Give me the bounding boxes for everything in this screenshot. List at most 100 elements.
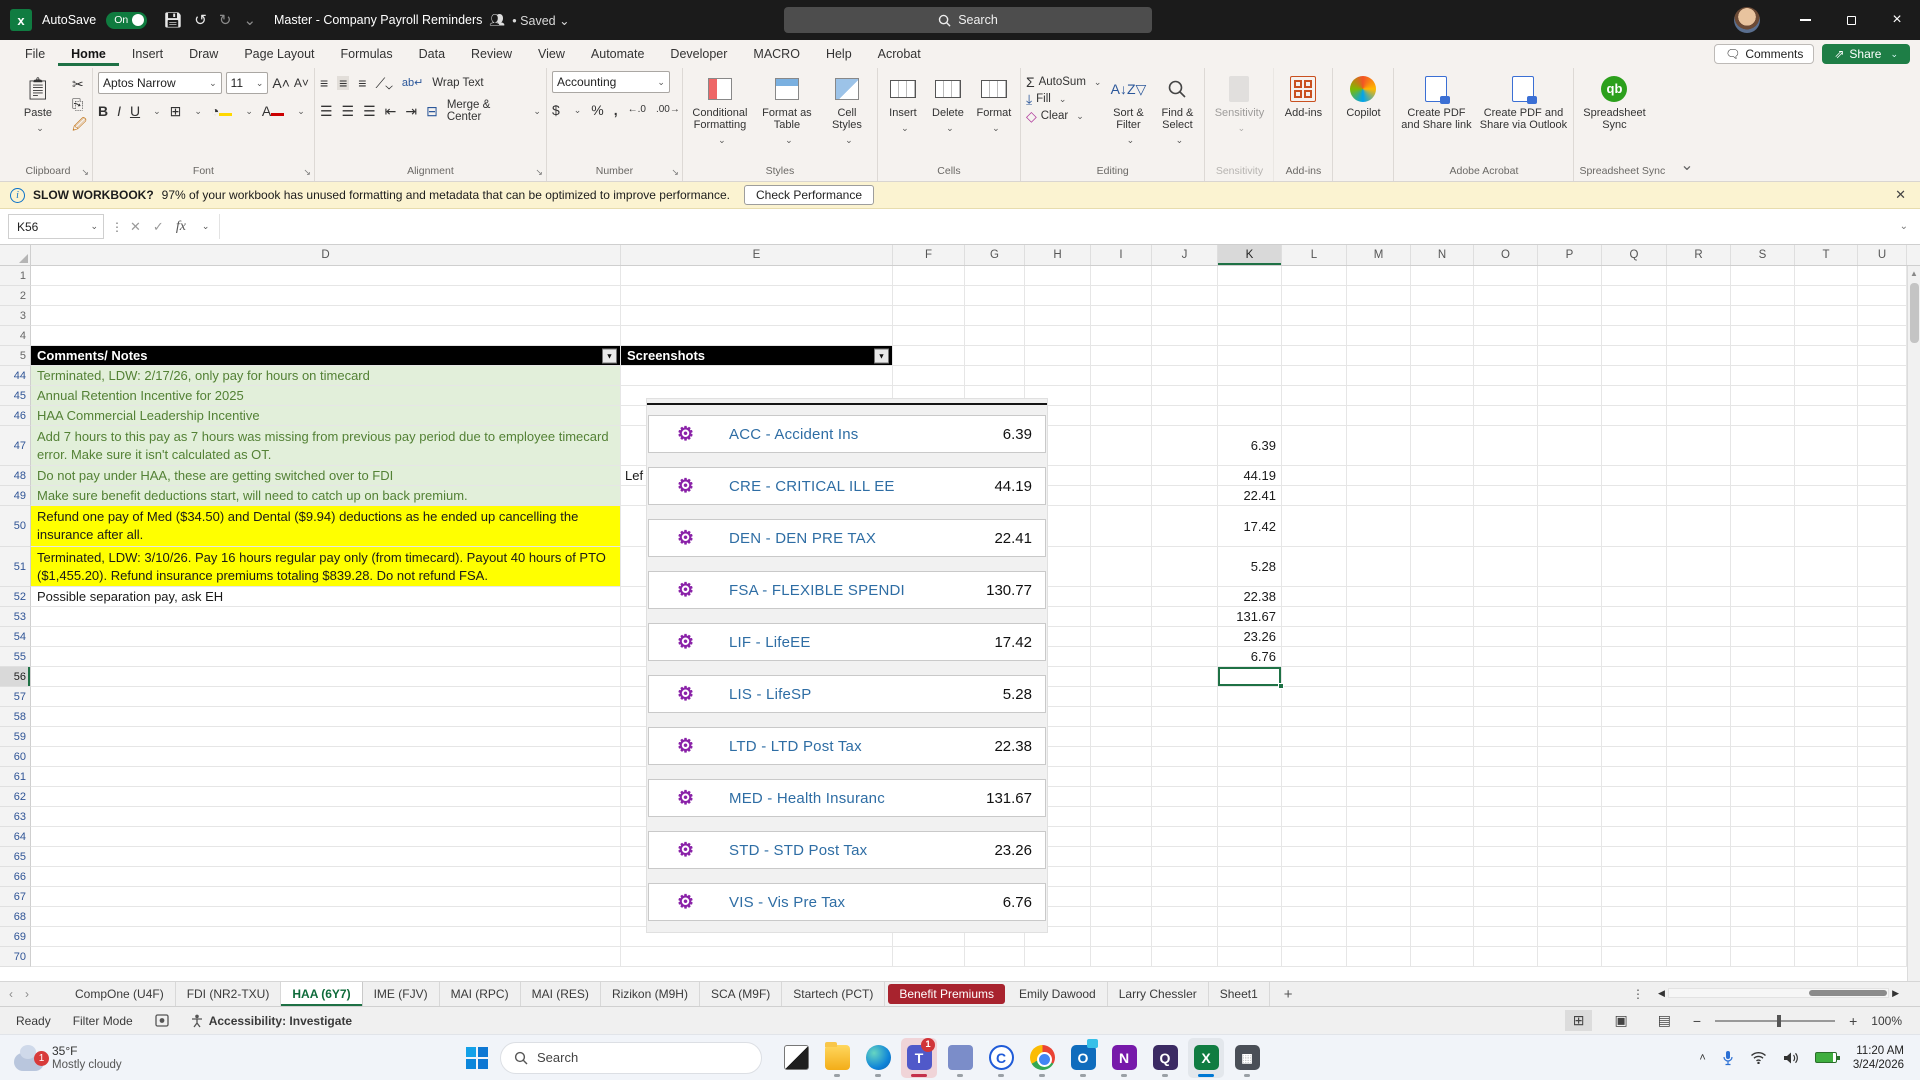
cell-T64[interactable] — [1795, 827, 1858, 847]
cell-T70[interactable] — [1795, 947, 1858, 967]
sheet-tab-larry-chessler[interactable]: Larry Chessler — [1108, 982, 1209, 1006]
cell-R68[interactable] — [1667, 907, 1731, 927]
row-header-64[interactable]: 64 — [0, 827, 31, 847]
cell-K47[interactable]: 6.39 — [1218, 426, 1282, 466]
scroll-left-icon[interactable]: ◀ — [1655, 988, 1668, 999]
cell-T1[interactable] — [1795, 266, 1858, 286]
cell-M54[interactable] — [1347, 627, 1411, 647]
cell-R52[interactable] — [1667, 587, 1731, 607]
share-button[interactable]: ⇗ Share ⌄ — [1822, 44, 1910, 64]
cell-T47[interactable] — [1795, 426, 1858, 466]
ribbon-tab-home[interactable]: Home — [58, 43, 119, 66]
cell-K48[interactable]: 44.19 — [1218, 466, 1282, 486]
page-layout-view-icon[interactable]: ▣ — [1606, 1010, 1635, 1031]
cell-Q53[interactable] — [1602, 607, 1667, 627]
cell-Q65[interactable] — [1602, 847, 1667, 867]
cell-Q1[interactable] — [1602, 266, 1667, 286]
cell-T68[interactable] — [1795, 907, 1858, 927]
cell-S1[interactable] — [1731, 266, 1795, 286]
cell-S59[interactable] — [1731, 727, 1795, 747]
font-name-select[interactable]: Aptos Narrow⌄ — [98, 72, 222, 94]
cell-D1[interactable] — [31, 266, 621, 286]
cell-D56[interactable] — [31, 667, 621, 687]
cell-J1[interactable] — [1152, 266, 1218, 286]
cell-M57[interactable] — [1347, 687, 1411, 707]
sheet-tab-fdi-nr2-txu[interactable]: FDI (NR2-TXU) — [176, 982, 282, 1006]
ribbon-tab-formulas[interactable]: Formulas — [328, 43, 406, 66]
row-header-55[interactable]: 55 — [0, 647, 31, 667]
cell-I51[interactable] — [1091, 547, 1152, 587]
cell-L45[interactable] — [1282, 386, 1347, 406]
cell-O1[interactable] — [1474, 266, 1538, 286]
cell-L49[interactable] — [1282, 486, 1347, 506]
cell-L50[interactable] — [1282, 506, 1347, 547]
row-header-5[interactable]: 5 — [0, 346, 31, 366]
title-search-box[interactable]: Search — [784, 7, 1152, 33]
cell-T2[interactable] — [1795, 286, 1858, 306]
cell-L62[interactable] — [1282, 787, 1347, 807]
cell-N67[interactable] — [1411, 887, 1474, 907]
increase-indent-icon[interactable]: ⇥ — [405, 104, 417, 118]
cell-K44[interactable] — [1218, 366, 1282, 386]
cell-T67[interactable] — [1795, 887, 1858, 907]
taskbar-app-excel[interactable]: X — [1188, 1038, 1224, 1078]
row-header-3[interactable]: 3 — [0, 306, 31, 326]
cell-I44[interactable] — [1091, 366, 1152, 386]
cell-P62[interactable] — [1538, 787, 1602, 807]
cell-D49[interactable]: Make sure benefit deductions start, will… — [31, 486, 621, 506]
taskbar-app-outlook[interactable]: O — [1065, 1038, 1101, 1078]
banner-close-icon[interactable]: ✕ — [1895, 187, 1906, 203]
cell-Q49[interactable] — [1602, 486, 1667, 506]
cell-R47[interactable] — [1667, 426, 1731, 466]
cut-icon[interactable]: ✂ — [72, 77, 87, 91]
check-performance-button[interactable]: Check Performance — [744, 185, 874, 205]
number-dialog-launcher[interactable]: ↘ — [671, 167, 679, 178]
cell-P69[interactable] — [1538, 927, 1602, 947]
cell-K64[interactable] — [1218, 827, 1282, 847]
cell-S55[interactable] — [1731, 647, 1795, 667]
conditional-formatting-button[interactable]: Conditional Formatting⌄ — [688, 71, 752, 146]
cell-N57[interactable] — [1411, 687, 1474, 707]
cell-M64[interactable] — [1347, 827, 1411, 847]
benefit-row-lif[interactable]: ⚙LIF - LifeEE17.42 — [648, 623, 1046, 661]
row-header-47[interactable]: 47 — [0, 426, 31, 466]
row-header-70[interactable]: 70 — [0, 947, 31, 967]
cell-Q69[interactable] — [1602, 927, 1667, 947]
tab-overflow-icon[interactable]: ⋮ — [1632, 987, 1645, 1001]
cell-P2[interactable] — [1538, 286, 1602, 306]
column-header-G[interactable]: G — [965, 245, 1025, 265]
addins-button[interactable]: Add-ins — [1279, 71, 1327, 119]
merge-center-button[interactable]: Merge & Center — [447, 99, 521, 123]
zoom-in-icon[interactable]: + — [1849, 1013, 1857, 1029]
accounting-format-icon[interactable]: $ — [552, 103, 560, 117]
font-color-button[interactable]: A — [262, 104, 284, 118]
column-header-D[interactable]: D — [31, 245, 621, 265]
sheet-tab-emily-dawood[interactable]: Emily Dawood — [1008, 982, 1108, 1006]
number-format-select[interactable]: Accounting⌄ — [552, 71, 670, 93]
cell-U4[interactable] — [1858, 326, 1907, 346]
cell-U5[interactable] — [1858, 346, 1907, 366]
cell-I45[interactable] — [1091, 386, 1152, 406]
cell-S66[interactable] — [1731, 867, 1795, 887]
cell-S50[interactable] — [1731, 506, 1795, 547]
cell-K45[interactable] — [1218, 386, 1282, 406]
cell-I58[interactable] — [1091, 707, 1152, 727]
row-header-68[interactable]: 68 — [0, 907, 31, 927]
cell-P58[interactable] — [1538, 707, 1602, 727]
cell-U60[interactable] — [1858, 747, 1907, 767]
cell-U48[interactable] — [1858, 466, 1907, 486]
cell-R3[interactable] — [1667, 306, 1731, 326]
cell-D62[interactable] — [31, 787, 621, 807]
cell-D65[interactable] — [31, 847, 621, 867]
cell-M68[interactable] — [1347, 907, 1411, 927]
column-header-F[interactable]: F — [893, 245, 965, 265]
cell-U62[interactable] — [1858, 787, 1907, 807]
cell-P70[interactable] — [1538, 947, 1602, 967]
cell-S62[interactable] — [1731, 787, 1795, 807]
normal-view-icon[interactable]: ⊞ — [1565, 1010, 1593, 1031]
cell-F1[interactable] — [893, 266, 965, 286]
column-header-S[interactable]: S — [1731, 245, 1795, 265]
cell-T63[interactable] — [1795, 807, 1858, 827]
cell-N51[interactable] — [1411, 547, 1474, 587]
cell-L63[interactable] — [1282, 807, 1347, 827]
